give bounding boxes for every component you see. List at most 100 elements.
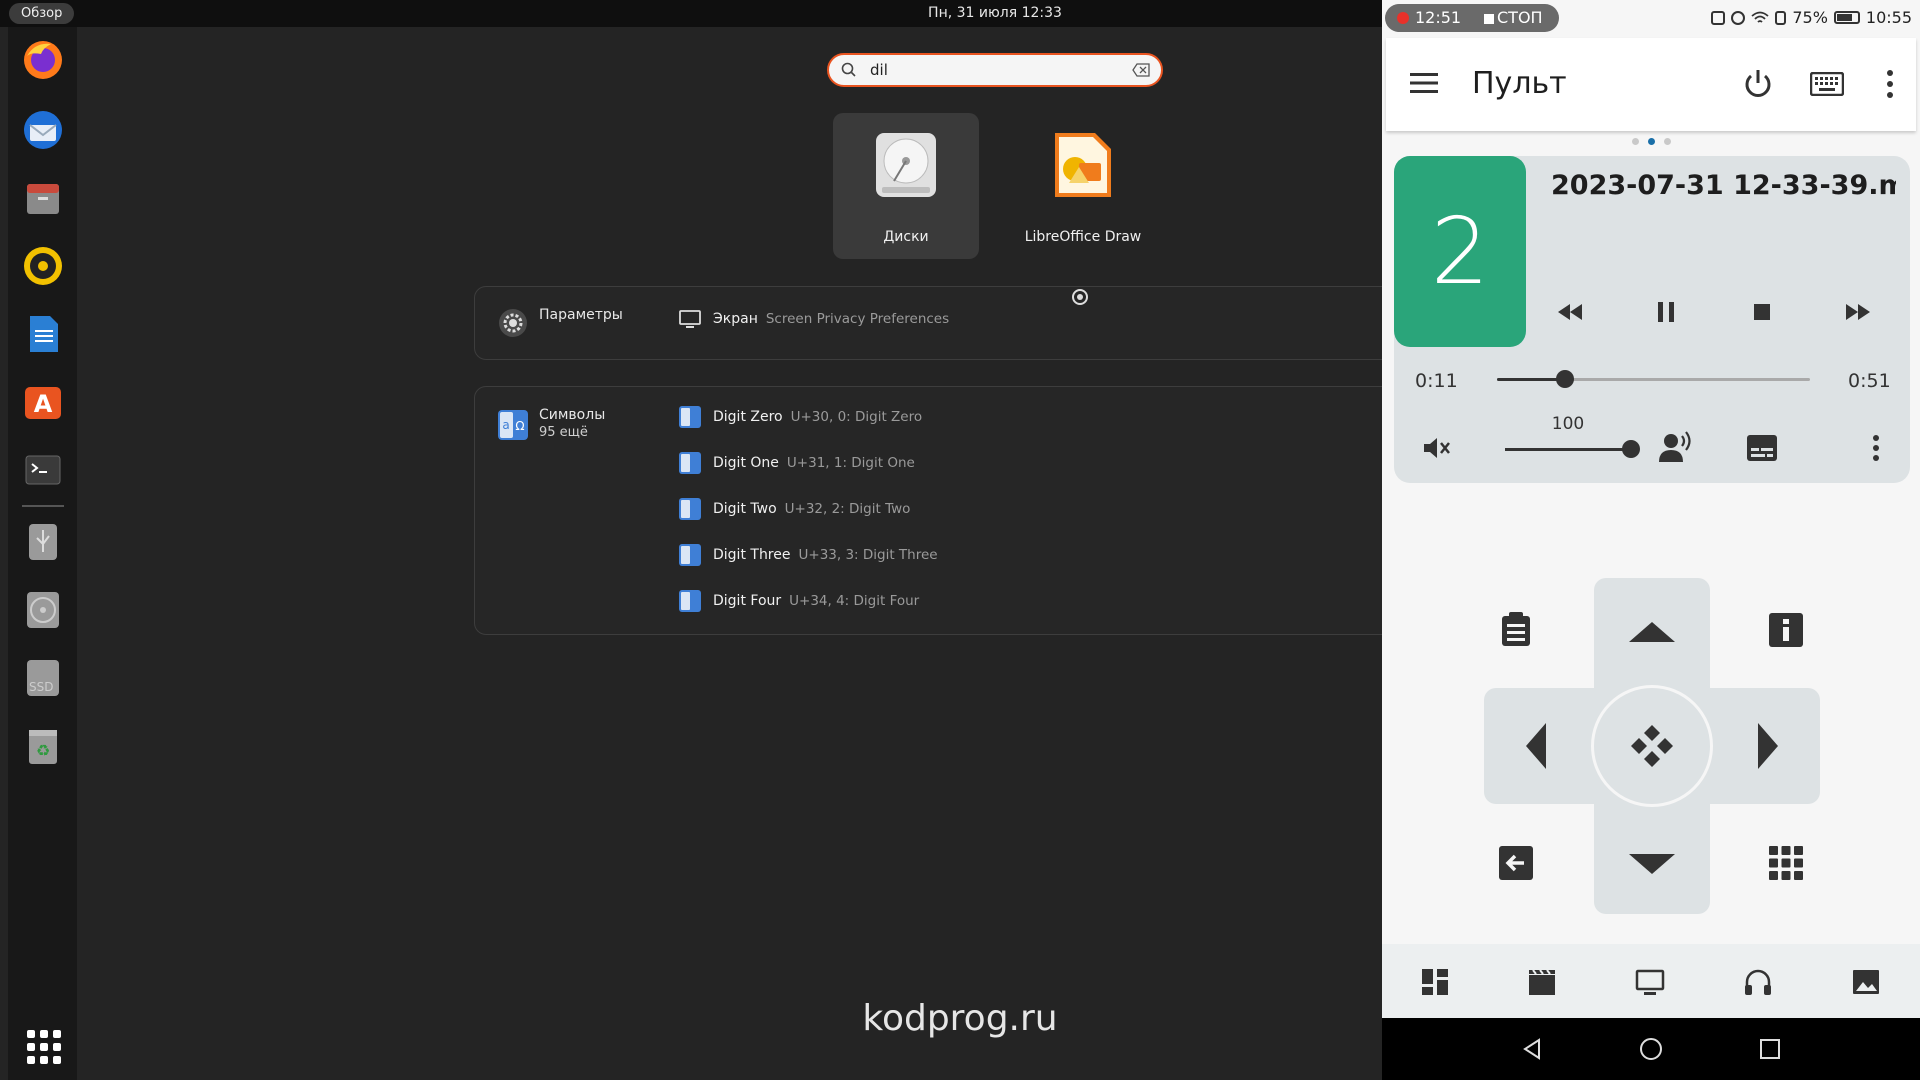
nav-home-icon[interactable] [1639, 1037, 1663, 1061]
volume-level: 100 [1551, 414, 1585, 434]
rhythmbox-icon[interactable] [21, 244, 65, 288]
result-desc: U+34, 4: Digit Four [789, 593, 920, 609]
up-arrow-icon[interactable] [1627, 618, 1677, 648]
page-dot[interactable] [1631, 138, 1639, 145]
disks-icon [876, 133, 936, 197]
recording-dot-icon [1397, 12, 1409, 24]
clear-search-icon[interactable] [1132, 63, 1150, 77]
fast-forward-icon[interactable] [1842, 296, 1874, 328]
svg-text:Ω: Ω [515, 419, 524, 433]
result-title: Digit One [713, 455, 779, 471]
elapsed-time: 0:11 [1415, 370, 1458, 392]
media-thumbnail[interactable]: 2 [1394, 156, 1526, 347]
thunderbird-icon[interactable] [21, 108, 65, 152]
result-title: Экран [713, 311, 758, 327]
symbol-result[interactable]: Digit Three U+33, 3: Digit Three [679, 543, 938, 567]
files-icon[interactable] [21, 176, 65, 220]
character-icon [679, 590, 701, 612]
dashboard-icon[interactable] [1420, 967, 1450, 997]
tv-icon[interactable] [1635, 967, 1665, 997]
more-vert-icon[interactable] [1886, 68, 1894, 100]
svg-text:♻: ♻ [36, 741, 50, 760]
now-playing-card: 2 2023-07-31 12-33-39.m.. 0:11 0:51 100 [1394, 156, 1910, 483]
result-title: Digit Zero [713, 409, 783, 425]
dpad-select-button[interactable] [1591, 685, 1713, 807]
battery-percent: 75% [1792, 8, 1828, 27]
battery-icon [1833, 11, 1860, 24]
ubuntu-desktop: Обзор Пн, 31 июля 12:33 A SSD ♻ dil Диск… [0, 0, 1382, 1080]
character-icon [679, 452, 701, 474]
result-desc: U+33, 3: Digit Three [798, 547, 938, 563]
alarm-icon [1731, 10, 1746, 25]
pictures-icon[interactable] [1851, 967, 1881, 997]
settings-gear-icon[interactable] [497, 307, 529, 339]
provider-name-settings[interactable]: Параметры [539, 307, 623, 323]
ssd-drive-icon[interactable]: SSD [21, 656, 65, 700]
usb-drive-icon[interactable] [21, 520, 65, 564]
power-icon[interactable] [1742, 68, 1774, 100]
firefox-icon[interactable] [21, 38, 65, 82]
app-title: Пульт [1472, 66, 1567, 101]
vibrate-icon [1711, 10, 1726, 25]
status-time: 10:55 [1865, 8, 1912, 27]
dock-separator [22, 505, 64, 507]
characters-app-icon[interactable]: aΩ [497, 409, 529, 441]
volume-fill [1505, 448, 1631, 451]
symbol-result[interactable]: Digit One U+31, 1: Digit One [679, 451, 915, 475]
left-arrow-icon[interactable] [1522, 721, 1552, 771]
app-tile-disks[interactable]: Диски [833, 113, 979, 259]
page-dot[interactable] [1647, 138, 1655, 145]
svg-text:a: a [502, 418, 509, 432]
pause-icon[interactable] [1650, 296, 1682, 328]
music-icon[interactable] [1743, 967, 1773, 997]
volume-mute-icon[interactable] [1420, 432, 1452, 464]
keyboard-icon[interactable] [1810, 72, 1844, 96]
nav-recents-icon[interactable] [1758, 1037, 1782, 1061]
search-field[interactable]: dil [827, 53, 1163, 87]
terminal-icon[interactable] [21, 448, 65, 492]
symbols-provider-box: aΩ Символы 95 ещё Digit Zero U+30, 0: Di… [474, 386, 1382, 635]
movies-icon[interactable] [1527, 967, 1557, 997]
result-title: Digit Three [713, 547, 791, 563]
app-tile-libreoffice-draw[interactable]: LibreOffice Draw [1010, 113, 1156, 259]
more-vert-icon[interactable] [1872, 434, 1880, 462]
seek-bar[interactable] [1497, 370, 1810, 388]
symbol-result[interactable]: Digit Zero U+30, 0: Digit Zero [679, 405, 922, 429]
svg-text:A: A [34, 390, 53, 418]
writer-icon[interactable] [21, 312, 65, 356]
status-icons: 75% 10:55 [1711, 8, 1912, 27]
stop-icon[interactable] [1746, 296, 1778, 328]
menu-icon[interactable] [1410, 72, 1438, 94]
screen-recording-pill[interactable]: 12:51 СТОП [1385, 4, 1559, 32]
app-bar: Пульт [1386, 38, 1916, 131]
media-title: 2023-07-31 12-33-39.m.. [1551, 170, 1896, 201]
volume-slider[interactable] [1505, 440, 1640, 458]
page-indicator [1382, 138, 1920, 145]
select-icon [1631, 725, 1673, 767]
disc-icon[interactable] [21, 588, 65, 632]
seek-fill [1497, 378, 1565, 381]
right-arrow-icon[interactable] [1752, 721, 1782, 771]
app-center-icon[interactable]: A [21, 379, 65, 423]
nav-back-icon[interactable] [1520, 1037, 1544, 1061]
symbol-result[interactable]: Digit Four U+34, 4: Digit Four [679, 589, 919, 613]
down-arrow-icon[interactable] [1627, 848, 1677, 878]
page-dot[interactable] [1663, 138, 1671, 145]
volume-handle[interactable] [1622, 440, 1640, 458]
monitor-icon [679, 310, 701, 328]
settings-result-screen[interactable]: Экран Screen Privacy Preferences [679, 307, 949, 331]
search-input[interactable]: dil [870, 61, 888, 79]
trash-icon[interactable]: ♻ [21, 724, 65, 768]
symbol-result[interactable]: Digit Two U+32, 2: Digit Two [679, 497, 910, 521]
clock[interactable]: Пн, 31 июля 12:33 [0, 0, 1382, 27]
audio-track-icon[interactable] [1658, 430, 1694, 464]
result-desc: U+31, 1: Digit One [786, 455, 915, 471]
provider-name-symbols[interactable]: Символы [539, 407, 605, 423]
status-bar: 12:51 СТОП 75% 10:55 [1382, 0, 1920, 36]
result-desc: U+32, 2: Digit Two [784, 501, 911, 517]
recording-stop-button[interactable]: СТОП [1497, 8, 1543, 27]
subtitles-icon[interactable] [1746, 434, 1778, 462]
rewind-icon[interactable] [1554, 296, 1586, 328]
seek-handle[interactable] [1555, 370, 1574, 388]
cursor-icon [1072, 289, 1088, 305]
